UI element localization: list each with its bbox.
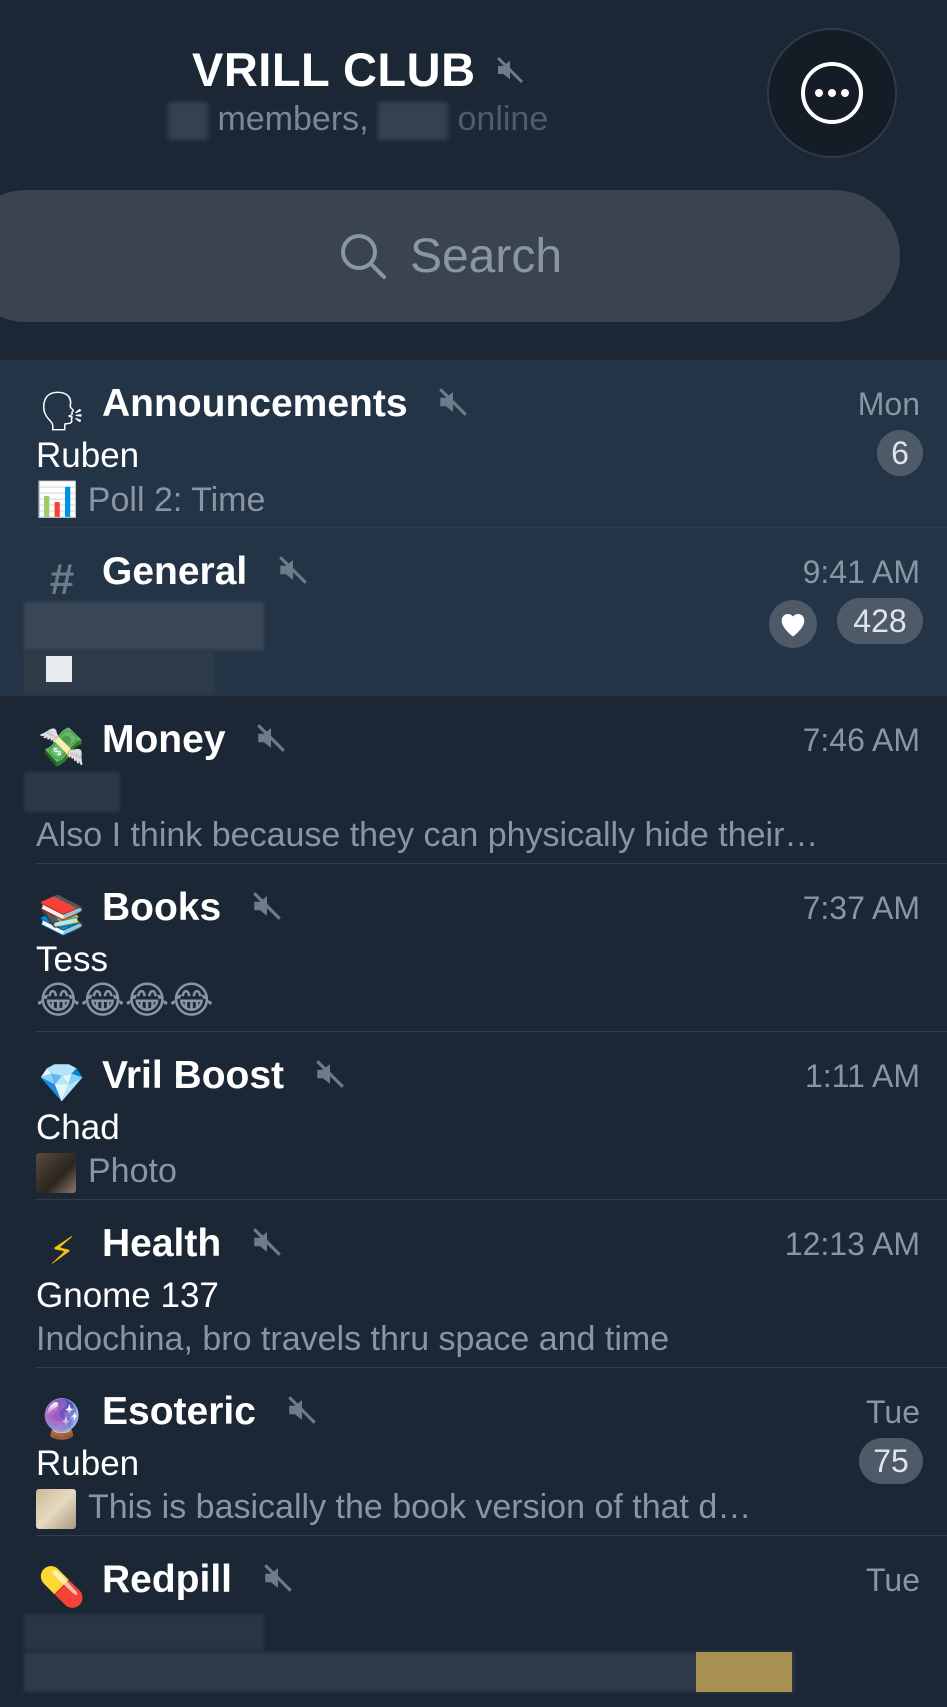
topic-name: Announcements xyxy=(102,382,408,425)
pill-icon: 💊 xyxy=(38,1567,86,1609)
ellipsis-circle-icon xyxy=(801,62,863,124)
search-bar[interactable]: Search xyxy=(0,190,900,322)
muted-icon xyxy=(316,1060,344,1088)
topic-row-esoteric[interactable]: 🔮 Esoteric Tue Ruben This is basically t… xyxy=(0,1368,947,1536)
muted-icon xyxy=(279,556,307,584)
last-message: 📊 Poll 2: Time xyxy=(36,480,265,520)
topic-list: 🗣 Announcements Mon Ruben 📊 Poll 2: Time… xyxy=(0,360,947,1704)
lightning-icon: ⚡ xyxy=(48,1231,76,1273)
heart-icon xyxy=(781,613,805,637)
books-icon: 📚 xyxy=(38,895,86,937)
topic-time: Mon xyxy=(857,386,920,422)
topic-row-health[interactable]: ⚡ Health 12:13 AM Gnome 137 Indochina, b… xyxy=(0,1200,947,1368)
topic-time: 1:11 AM xyxy=(804,1058,920,1094)
group-title: VRILL CLUB xyxy=(192,43,476,96)
crystal-ball-icon: 🔮 xyxy=(38,1399,86,1441)
topic-name: Books xyxy=(102,886,222,929)
last-message: Indochina, bro travels thru space and ti… xyxy=(36,1320,670,1358)
last-sender: Ruben xyxy=(36,1444,140,1483)
title-row[interactable]: VRILL CLUB xyxy=(192,42,526,97)
gem-icon: 💎 xyxy=(38,1063,86,1105)
online-label: online xyxy=(457,100,549,138)
muted-icon xyxy=(257,724,286,752)
image-thumbnail xyxy=(36,1489,76,1530)
topic-time: 12:13 AM xyxy=(784,1226,920,1262)
redacted-preview xyxy=(24,602,264,650)
redacted-preview xyxy=(46,656,72,682)
topic-name: Money xyxy=(102,718,226,761)
more-options-button[interactable] xyxy=(767,28,897,158)
topic-row-books[interactable]: 📚 Books 7:37 AM Tess 😂😂😂😂 xyxy=(0,864,947,1032)
topic-name: Health xyxy=(102,1222,222,1265)
last-sender: Ruben xyxy=(36,436,140,475)
topic-row-money[interactable]: 💸 Money 7:46 AM Also I think because the… xyxy=(0,696,947,864)
redacted-preview xyxy=(24,1652,794,1692)
photo-thumbnail xyxy=(36,1153,76,1194)
muted-icon xyxy=(287,1396,316,1424)
last-message: Also I think because they can physically… xyxy=(36,816,819,854)
money-with-wings-icon: 💸 xyxy=(38,727,86,769)
hashtag-icon: # xyxy=(49,555,75,604)
muted-icon xyxy=(496,56,524,83)
topic-time: 7:46 AM xyxy=(802,722,920,758)
last-sender: Tess xyxy=(36,940,108,979)
topic-row-announcements[interactable]: 🗣 Announcements Mon Ruben 📊 Poll 2: Time… xyxy=(0,360,947,528)
redacted-preview xyxy=(696,1652,792,1692)
members-label: members, xyxy=(217,100,369,138)
unread-badge: 428 xyxy=(837,598,923,644)
muted-icon xyxy=(439,388,468,416)
unread-badge: 6 xyxy=(877,430,923,476)
search-placeholder: Search xyxy=(409,229,563,283)
redacted-sender xyxy=(24,772,120,812)
last-message-text: Photo xyxy=(88,1152,177,1190)
topic-row-vril-boost[interactable]: 💎 Vril Boost 1:11 AM Chad Photo xyxy=(0,1032,947,1200)
search-icon xyxy=(340,234,386,279)
topic-time: 9:41 AM xyxy=(802,554,920,590)
reaction-heart xyxy=(769,600,817,648)
last-message: 😂😂😂😂 xyxy=(36,980,214,1022)
last-message-text: Poll 2: Time xyxy=(87,481,266,519)
topic-name: Redpill xyxy=(102,1558,233,1601)
topic-time: Tue xyxy=(866,1394,920,1430)
topic-time: 7:37 AM xyxy=(802,890,920,926)
muted-icon xyxy=(253,1228,281,1256)
topic-name: Vril Boost xyxy=(102,1054,285,1097)
unread-badge: 75 xyxy=(859,1438,923,1484)
chat-header: VRILL CLUB members, online xyxy=(0,0,947,190)
topic-row-redpill[interactable]: 💊 Redpill Tue xyxy=(0,1536,947,1704)
topic-row-general[interactable]: # General 9:41 AM 428 xyxy=(0,528,947,696)
group-subtitle: members, online xyxy=(168,100,549,141)
topic-time: Tue xyxy=(866,1562,920,1598)
topic-name: Esoteric xyxy=(102,1390,256,1433)
last-message: Photo xyxy=(36,1152,177,1194)
muted-icon xyxy=(264,1564,292,1592)
last-sender: Chad xyxy=(36,1108,120,1147)
last-sender: Gnome 137 xyxy=(36,1276,219,1315)
last-message: This is basically the book version of th… xyxy=(36,1488,752,1530)
topic-name: General xyxy=(102,550,248,593)
redacted-member-count xyxy=(168,102,208,141)
speaking-head-icon: 🗣 xyxy=(38,391,87,433)
muted-icon xyxy=(253,892,281,920)
redacted-preview xyxy=(24,1614,264,1650)
redacted-online-count xyxy=(378,102,449,141)
last-message-text: This is basically the book version of th… xyxy=(88,1488,752,1526)
poll-icon: 📊 xyxy=(36,481,79,519)
